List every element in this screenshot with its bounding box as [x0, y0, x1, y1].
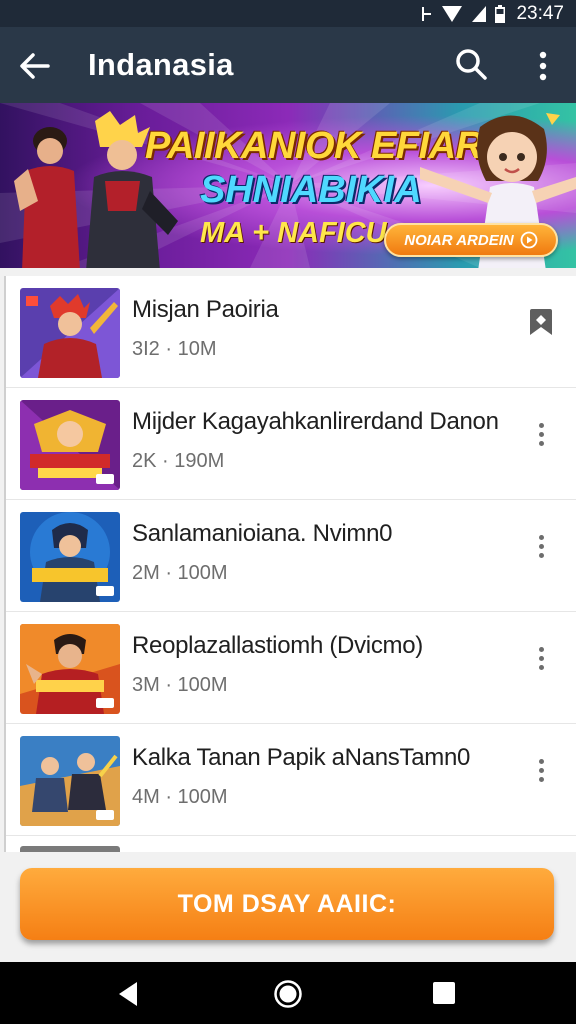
list-item[interactable]: Mijder Kagayahkanlirerdand Danon 2K · 19…: [6, 388, 576, 500]
item-meta: 4M · 100M: [132, 786, 228, 808]
bookmark-button[interactable]: [524, 302, 558, 342]
list-item[interactable]: Misjan Paoiria 3I2 · 10M: [6, 276, 576, 388]
item-title: Reoplazallastiomh (Dvicmo): [132, 632, 423, 659]
app-thumbnail: [20, 400, 120, 490]
item-title: Misjan Paoiria: [132, 296, 279, 323]
item-meta: 3M · 100M: [132, 674, 228, 696]
system-nav-bar: [0, 962, 576, 1024]
item-title: Mijder Kagayahkanlirerdand Danon: [132, 408, 499, 435]
more-options-button[interactable]: [524, 638, 558, 678]
item-meta: 3I2 · 10M: [132, 338, 217, 360]
item-title: Kalka Tanan Papik aNansTamn0: [132, 744, 471, 771]
search-icon[interactable]: [454, 47, 488, 81]
wifi-icon: [472, 6, 487, 22]
signal-icon: [442, 6, 463, 22]
more-options-button[interactable]: [524, 750, 558, 790]
nav-back-icon[interactable]: [115, 980, 141, 1008]
overflow-menu-icon[interactable]: [530, 49, 556, 83]
bottom-cta-area: TOM DSAY AAIIC:: [0, 852, 576, 962]
list-item[interactable]: Reoplazallastiomh (Dvicmo) 3M · 100M: [6, 612, 576, 724]
more-options-button[interactable]: [524, 414, 558, 454]
bookmark-icon: [530, 309, 552, 335]
list-item[interactable]: Sanlamanioiana. Nvimn0 2M · 100M: [6, 500, 576, 612]
item-title: Sanlamanioiana. Nvimn0: [132, 520, 393, 547]
promo-banner[interactable]: PAIIKANIOK EFIAR SHNIABIKIA MA + NAFICU …: [0, 103, 576, 268]
play-circle-icon: [520, 231, 538, 249]
app-thumbnail: [20, 736, 120, 826]
more-options-button[interactable]: [524, 526, 558, 566]
more-vert-icon: [538, 646, 544, 670]
app-thumbnail: [20, 288, 120, 378]
item-meta: 2K · 190M: [132, 450, 225, 472]
more-vert-icon: [538, 758, 544, 782]
item-meta: 2M · 100M: [132, 562, 228, 584]
banner-title-line2: SHNIABIKIA: [200, 169, 422, 211]
app-thumbnail: [20, 512, 120, 602]
app-thumbnail: [20, 624, 120, 714]
nav-recents-icon[interactable]: [432, 981, 456, 1005]
banner-cta-label: NOIAR ARDEIN: [404, 231, 514, 249]
app-list: Misjan Paoiria 3I2 · 10M Mijder Kagayahk…: [4, 276, 576, 852]
back-arrow-icon[interactable]: [18, 49, 52, 83]
primary-cta-button[interactable]: TOM DSAY AAIIC:: [20, 868, 554, 940]
status-bar: 23:47: [0, 0, 576, 27]
page-title: Indanasia: [88, 47, 234, 82]
status-icons: 23:47: [420, 3, 564, 25]
app-bar: Indanasia: [0, 27, 576, 103]
nfc-icon: [422, 7, 432, 21]
more-vert-icon: [538, 422, 544, 446]
banner-cta-button[interactable]: NOIAR ARDEIN: [384, 223, 558, 257]
list-item[interactable]: Kalka Tanan Papik aNansTamn0 4M · 100M: [6, 724, 576, 836]
banner-subtitle: MA + NAFICU: [200, 217, 387, 249]
status-time: 23:47: [516, 3, 564, 24]
battery-icon: [495, 5, 506, 23]
more-vert-icon: [538, 534, 544, 558]
nav-home-icon[interactable]: [273, 979, 303, 1009]
